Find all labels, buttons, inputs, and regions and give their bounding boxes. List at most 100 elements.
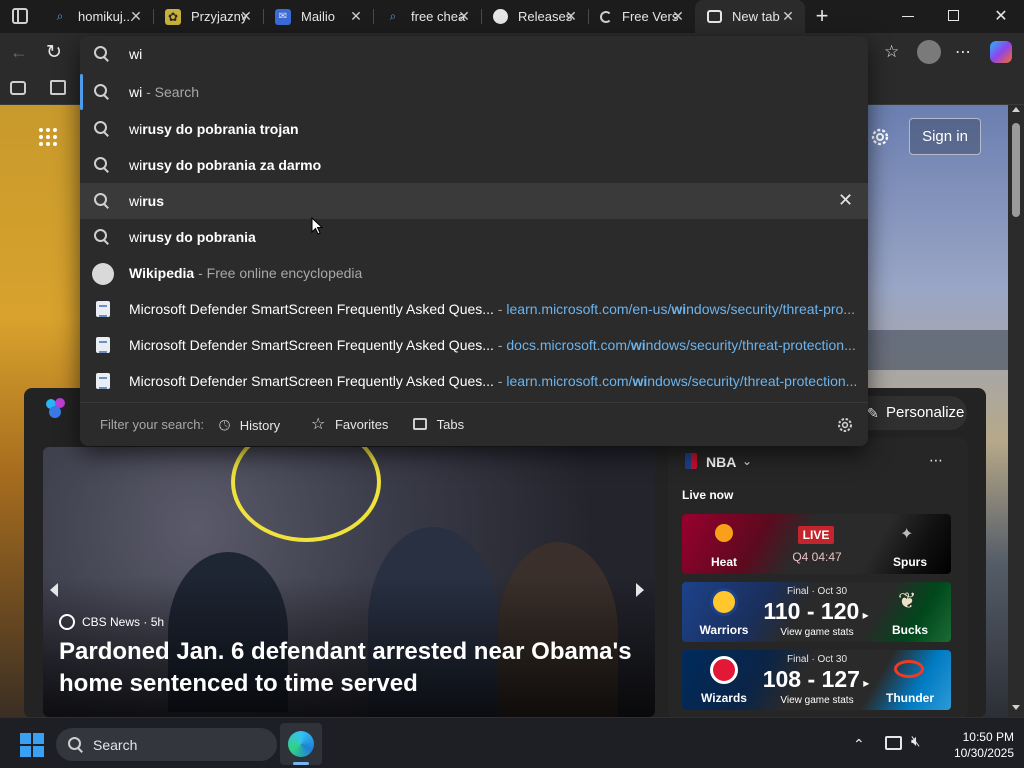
copilot-icon[interactable]: [990, 41, 1012, 63]
mouse-cursor-icon: [311, 216, 324, 235]
cbs-news-logo-icon: [59, 614, 75, 630]
nba-game-card[interactable]: Wizards Final · Oct 30 108 - 127 ▸ View …: [682, 650, 951, 710]
sign-in-button[interactable]: Sign in: [909, 118, 981, 155]
scroll-up-arrow-icon[interactable]: [1012, 107, 1020, 112]
hero-highlight-circle: [231, 447, 381, 542]
suggestion-item[interactable]: wirusy do pobrania: [80, 219, 868, 255]
suggestion-item[interactable]: wirusy do pobrania trojan: [80, 111, 868, 147]
chevron-down-icon[interactable]: ⌄: [742, 454, 752, 468]
refresh-icon[interactable]: ↻: [46, 41, 66, 63]
search-icon: ⌕: [56, 9, 64, 23]
filter-favorites-button[interactable]: ☆ Favorites: [311, 415, 388, 435]
suggestion-item[interactable]: Microsoft Defender SmartScreen Frequentl…: [80, 291, 868, 327]
tab-releases[interactable]: Releases ✕: [481, 0, 588, 33]
news-headline-line: Pardoned Jan. 6 defendant arrested near …: [59, 638, 632, 665]
more-menu-icon[interactable]: ⋯: [955, 42, 975, 62]
filter-label: Filter your search:: [100, 417, 205, 432]
tab-free-vers[interactable]: Free Vers ✕: [588, 0, 695, 33]
suggestion-item[interactable]: wi - Search: [80, 74, 868, 110]
taskbar-search-box[interactable]: Search: [56, 728, 277, 761]
close-icon[interactable]: ✕: [781, 9, 795, 23]
close-icon[interactable]: ✕: [129, 9, 143, 23]
carousel-next-icon[interactable]: [636, 580, 648, 600]
news-source[interactable]: CBS News · 5h: [82, 615, 164, 629]
page-scrollbar[interactable]: [1008, 105, 1024, 717]
search-icon: [94, 84, 112, 102]
star-icon: ☆: [311, 416, 326, 433]
omnibox-input-row[interactable]: wi: [80, 36, 868, 72]
close-icon[interactable]: ✕: [457, 9, 471, 23]
personalize-button[interactable]: ✎ Personalize: [853, 396, 967, 430]
suggestion-url-prefix: learn.microsoft.com/: [506, 373, 633, 389]
apps-grid-icon[interactable]: [38, 127, 58, 147]
suggestion-url-rest: ndows/security/threat-protection...: [647, 373, 858, 389]
window-close-icon[interactable]: ✕: [993, 6, 1009, 26]
away-team-name: Spurs: [892, 555, 927, 569]
suggestion-match: wi: [129, 121, 143, 137]
omnibox-input[interactable]: wi: [129, 46, 142, 62]
search-icon: [94, 157, 112, 175]
suggestion-item[interactable]: Wikipedia - Free online encyclopedia: [80, 255, 868, 291]
new-tab-plus-icon[interactable]: +: [811, 3, 833, 29]
close-icon[interactable]: ✕: [564, 9, 578, 23]
widget-more-icon[interactable]: ⋯: [929, 452, 943, 469]
live-badge: LIVE: [798, 526, 834, 544]
game-score: 110 - 120 ▸: [760, 598, 872, 625]
scrollbar-thumb[interactable]: [1012, 123, 1020, 217]
nba-title[interactable]: NBA: [706, 454, 736, 470]
document-icon: [96, 337, 114, 355]
close-icon[interactable]: ✕: [349, 9, 363, 23]
back-arrow-icon[interactable]: ←: [10, 42, 30, 62]
tab-mailio[interactable]: ✉ Mailio ✕: [263, 0, 373, 33]
view-game-stats-link[interactable]: View game stats: [767, 695, 867, 706]
search-settings-gear-icon[interactable]: [836, 416, 854, 434]
scroll-down-arrow-icon[interactable]: [1012, 705, 1020, 710]
filter-history-button[interactable]: 🕓︎ History: [219, 415, 280, 435]
game-score: 108 - 127 ▸: [760, 666, 872, 693]
nba-game-card[interactable]: Heat LIVE Q4 04:47 ✦ Spurs: [682, 514, 951, 574]
game-status: Final · Oct 30: [786, 654, 848, 665]
tab-actions-icon[interactable]: [10, 81, 26, 95]
taskbar-clock[interactable]: 10:50 PM 10/30/2025: [944, 729, 1014, 761]
minimize-icon[interactable]: [902, 16, 914, 17]
tab-homikuj[interactable]: ⌕ homikuj... ✕: [40, 0, 153, 33]
settings-gear-icon[interactable]: [869, 126, 891, 148]
nba-game-card[interactable]: Warriors Final · Oct 30 110 - 120 ▸ View…: [682, 582, 951, 642]
suggestion-match: wi: [129, 157, 143, 173]
suggestion-item[interactable]: Microsoft Defender SmartScreen Frequentl…: [80, 363, 868, 399]
volume-muted-icon[interactable]: 🔇︎: [911, 733, 920, 750]
suggestion-text: rusy do pobrania: [142, 229, 256, 245]
active-indicator: [293, 762, 309, 765]
suggestion-item[interactable]: Microsoft Defender SmartScreen Frequentl…: [80, 327, 868, 363]
suggestion-match: wi: [129, 229, 143, 245]
workspaces-icon[interactable]: [12, 8, 28, 24]
network-monitor-icon[interactable]: [885, 736, 902, 750]
filter-tabs-button[interactable]: Tabs: [413, 415, 464, 435]
suggestion-text: Wikipedia: [129, 265, 195, 281]
search-icon: [94, 229, 112, 247]
favorites-star-icon[interactable]: ☆: [884, 42, 904, 62]
tab-new-tab[interactable]: New tab ✕: [695, 0, 805, 33]
taskbar-edge-button[interactable]: [280, 723, 322, 765]
profile-avatar[interactable]: [917, 40, 941, 64]
tab-przyjazny[interactable]: ✿ Przyjazny ✕: [153, 0, 263, 33]
windows-start-icon[interactable]: [20, 733, 44, 757]
arrow-right-icon: ▸: [859, 608, 869, 622]
view-game-stats-link[interactable]: View game stats: [767, 627, 867, 638]
close-icon[interactable]: ✕: [671, 9, 685, 23]
close-icon[interactable]: ✕: [239, 9, 253, 23]
restore-icon[interactable]: [948, 10, 959, 21]
suggestion-text: rusy do pobrania za darmo: [142, 157, 322, 173]
remove-suggestion-icon[interactable]: ✕: [838, 191, 853, 209]
bucks-logo-icon: ❦: [898, 588, 917, 613]
news-headline[interactable]: Pardoned Jan. 6 defendant arrested near …: [59, 636, 639, 700]
suggestion-item[interactable]: wirusy do pobrania za darmo: [80, 147, 868, 183]
loading-icon: [600, 10, 612, 23]
selected-indicator: [80, 74, 83, 110]
chevron-up-icon[interactable]: ⌃: [853, 736, 865, 753]
suggestion-item-hovered[interactable]: wirus ✕: [80, 183, 868, 219]
carousel-prev-icon[interactable]: [50, 580, 62, 600]
tabs-icon: [413, 418, 427, 430]
folder-icon[interactable]: [50, 80, 66, 95]
tab-free-chea[interactable]: ⌕ free chea ✕: [373, 0, 481, 33]
